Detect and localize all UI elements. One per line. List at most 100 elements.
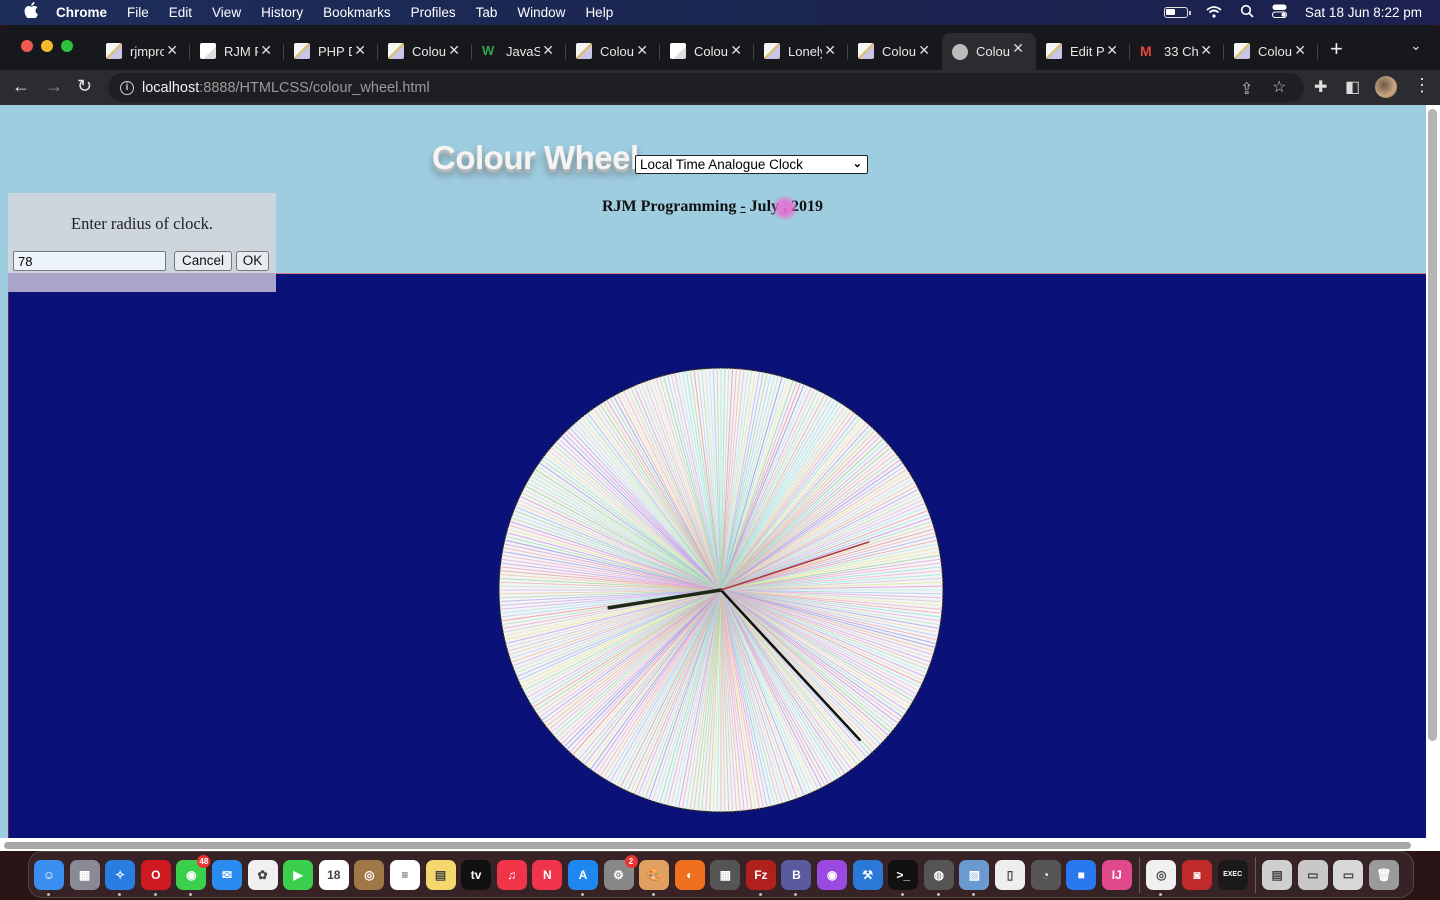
dock-bbedit-icon[interactable]: B: [781, 859, 812, 896]
back-button[interactable]: ←: [12, 76, 30, 97]
browser-tab[interactable]: Colour Wheel✕: [566, 35, 660, 67]
battery-icon[interactable]: [1163, 7, 1191, 18]
tab-close-icon[interactable]: ✕: [260, 42, 272, 59]
spotlight-search-icon[interactable]: [1240, 4, 1254, 21]
dock-zoom-icon[interactable]: ■: [1066, 859, 1097, 890]
tab-close-icon[interactable]: ✕: [1012, 40, 1024, 57]
dock-calendar-icon[interactable]: 18: [318, 859, 349, 890]
share-icon[interactable]: ⇪: [1240, 79, 1253, 99]
maximize-window-button[interactable]: [61, 40, 73, 52]
clock-mode-select[interactable]: Local Time Analogue Clock ⌄: [635, 155, 868, 174]
browser-menu-icon[interactable]: ⋮: [1413, 75, 1431, 96]
browser-tab[interactable]: Colour Wheel✕: [660, 35, 754, 67]
menu-profiles[interactable]: Profiles: [411, 5, 456, 20]
dock-mamp-icon[interactable]: ◍: [923, 859, 954, 896]
dock-intellij-icon[interactable]: IJ: [1101, 859, 1132, 890]
close-window-button[interactable]: [21, 40, 33, 52]
tab-close-icon[interactable]: ✕: [730, 42, 742, 59]
dock-xcode-icon[interactable]: ⚒: [852, 859, 883, 890]
dock-apple-tv-icon[interactable]: tv: [461, 859, 492, 890]
dock-screenshot-1-icon[interactable]: ▭: [1297, 859, 1328, 890]
menu-bookmarks[interactable]: Bookmarks: [323, 5, 391, 20]
radius-input[interactable]: [13, 251, 166, 271]
browser-tab[interactable]: RJM Programming✕: [190, 35, 284, 67]
tab-close-icon[interactable]: ✕: [448, 42, 460, 59]
dock-app-store-icon[interactable]: A: [567, 859, 598, 896]
tab-search-chevron-icon[interactable]: ⌄: [1410, 37, 1422, 54]
forward-button[interactable]: →: [45, 76, 63, 97]
browser-tab[interactable]: M 33 Chats✕: [1130, 35, 1224, 67]
dock-contacts-icon[interactable]: ◎: [354, 859, 385, 890]
dock-terminal-icon[interactable]: >_: [888, 859, 919, 896]
dock-filezilla-icon[interactable]: Fz: [745, 859, 776, 896]
tab-close-icon[interactable]: ✕: [636, 42, 648, 59]
menu-edit[interactable]: Edit: [169, 5, 192, 20]
browser-tab[interactable]: PHP Documentation✕: [284, 35, 378, 67]
tab-close-icon[interactable]: ✕: [166, 42, 178, 59]
apple-logo-icon[interactable]: [20, 2, 42, 23]
browser-tab[interactable]: rjmprogramming✕: [96, 35, 190, 67]
menu-file[interactable]: File: [127, 5, 149, 20]
menu-chrome[interactable]: Chrome: [56, 5, 107, 20]
dock-downloads-stack-icon[interactable]: ▤: [1262, 859, 1293, 890]
extensions-puzzle-icon[interactable]: ✚: [1314, 77, 1327, 97]
tab-close-icon[interactable]: ✕: [542, 42, 554, 59]
dock-finder-icon[interactable]: ☺: [34, 859, 64, 896]
browser-tab[interactable]: Colour Wheel✕: [1224, 35, 1318, 67]
menu-view[interactable]: View: [212, 5, 241, 20]
dock-news-icon[interactable]: N: [532, 859, 563, 890]
tab-close-icon[interactable]: ✕: [1200, 42, 1212, 59]
menu-window[interactable]: Window: [517, 5, 565, 20]
dock-chrome-icon[interactable]: ◎: [1146, 859, 1177, 896]
horizontal-scrollbar[interactable]: [4, 842, 1411, 849]
vertical-scrollbar[interactable]: [1428, 109, 1437, 741]
dock-screenshot-2-icon[interactable]: ▭: [1333, 859, 1364, 890]
dock-podcasts-icon[interactable]: ◉: [817, 859, 848, 890]
dock-photo-booth-icon[interactable]: ◙: [1182, 859, 1212, 890]
dock-calculator-icon[interactable]: ▦: [710, 859, 741, 890]
tab-close-icon[interactable]: ✕: [1294, 42, 1306, 59]
profile-avatar[interactable]: [1375, 76, 1397, 98]
dock-exec-terminal-icon[interactable]: EXEC: [1217, 859, 1248, 890]
dock-firefox-icon[interactable]: ◐: [674, 859, 705, 890]
wifi-icon[interactable]: [1206, 5, 1222, 21]
dock-notes-icon[interactable]: ▤: [425, 859, 456, 890]
menu-tab[interactable]: Tab: [476, 5, 498, 20]
dock-paint-icon[interactable]: 🎨: [639, 859, 670, 896]
side-panel-icon[interactable]: ◧: [1345, 77, 1360, 97]
control-center-icon[interactable]: [1271, 4, 1287, 21]
dock-music-icon[interactable]: ♫: [496, 859, 527, 890]
cancel-button[interactable]: Cancel: [174, 251, 232, 271]
dock-preview-icon[interactable]: ▨: [959, 859, 990, 896]
dock-photos-icon[interactable]: ✿: [247, 859, 278, 890]
dock-mail-icon[interactable]: ✉: [211, 859, 242, 890]
tab-close-icon[interactable]: ✕: [354, 42, 366, 59]
colour-wheel-clock[interactable]: [491, 360, 951, 820]
browser-tab[interactable]: W JavaScript✕: [472, 35, 566, 67]
menu-history[interactable]: History: [261, 5, 303, 20]
new-tab-button[interactable]: +: [1330, 36, 1343, 62]
dock-opera-icon[interactable]: O: [140, 859, 171, 896]
browser-tab[interactable]: Colour Wheel✕: [378, 35, 472, 67]
menubar-clock[interactable]: Sat 18 Jun 8:22 pm: [1305, 5, 1422, 20]
minimize-window-button[interactable]: [41, 40, 53, 52]
dock-messages-icon[interactable]: ◉ 48: [176, 854, 211, 896]
ok-button[interactable]: OK: [236, 251, 269, 271]
browser-tab[interactable]: Lonely✕: [754, 35, 848, 67]
tab-close-icon[interactable]: ✕: [824, 42, 836, 59]
site-info-icon[interactable]: i: [120, 80, 134, 95]
dock-reminders-icon[interactable]: ≡: [389, 859, 420, 890]
menu-help[interactable]: Help: [585, 5, 613, 20]
browser-tab[interactable]: Colour Wheel✕: [942, 33, 1036, 70]
reload-button[interactable]: ↻: [77, 76, 92, 97]
bookmark-star-icon[interactable]: ☆: [1272, 77, 1286, 97]
dock-launchpad-icon[interactable]: ▦: [69, 859, 100, 890]
dock-trash-icon[interactable]: 🗑: [1368, 859, 1399, 890]
dock-facetime-icon[interactable]: ▶: [283, 859, 314, 890]
dock-libreoffice-icon[interactable]: ▯: [995, 859, 1026, 890]
browser-tab[interactable]: Edit Post✕: [1036, 35, 1130, 67]
tab-close-icon[interactable]: ✕: [918, 42, 930, 59]
dock-gimp-icon[interactable]: ◔: [1030, 859, 1061, 890]
dock-safari-icon[interactable]: ✧: [105, 859, 136, 896]
tab-close-icon[interactable]: ✕: [1106, 42, 1118, 59]
